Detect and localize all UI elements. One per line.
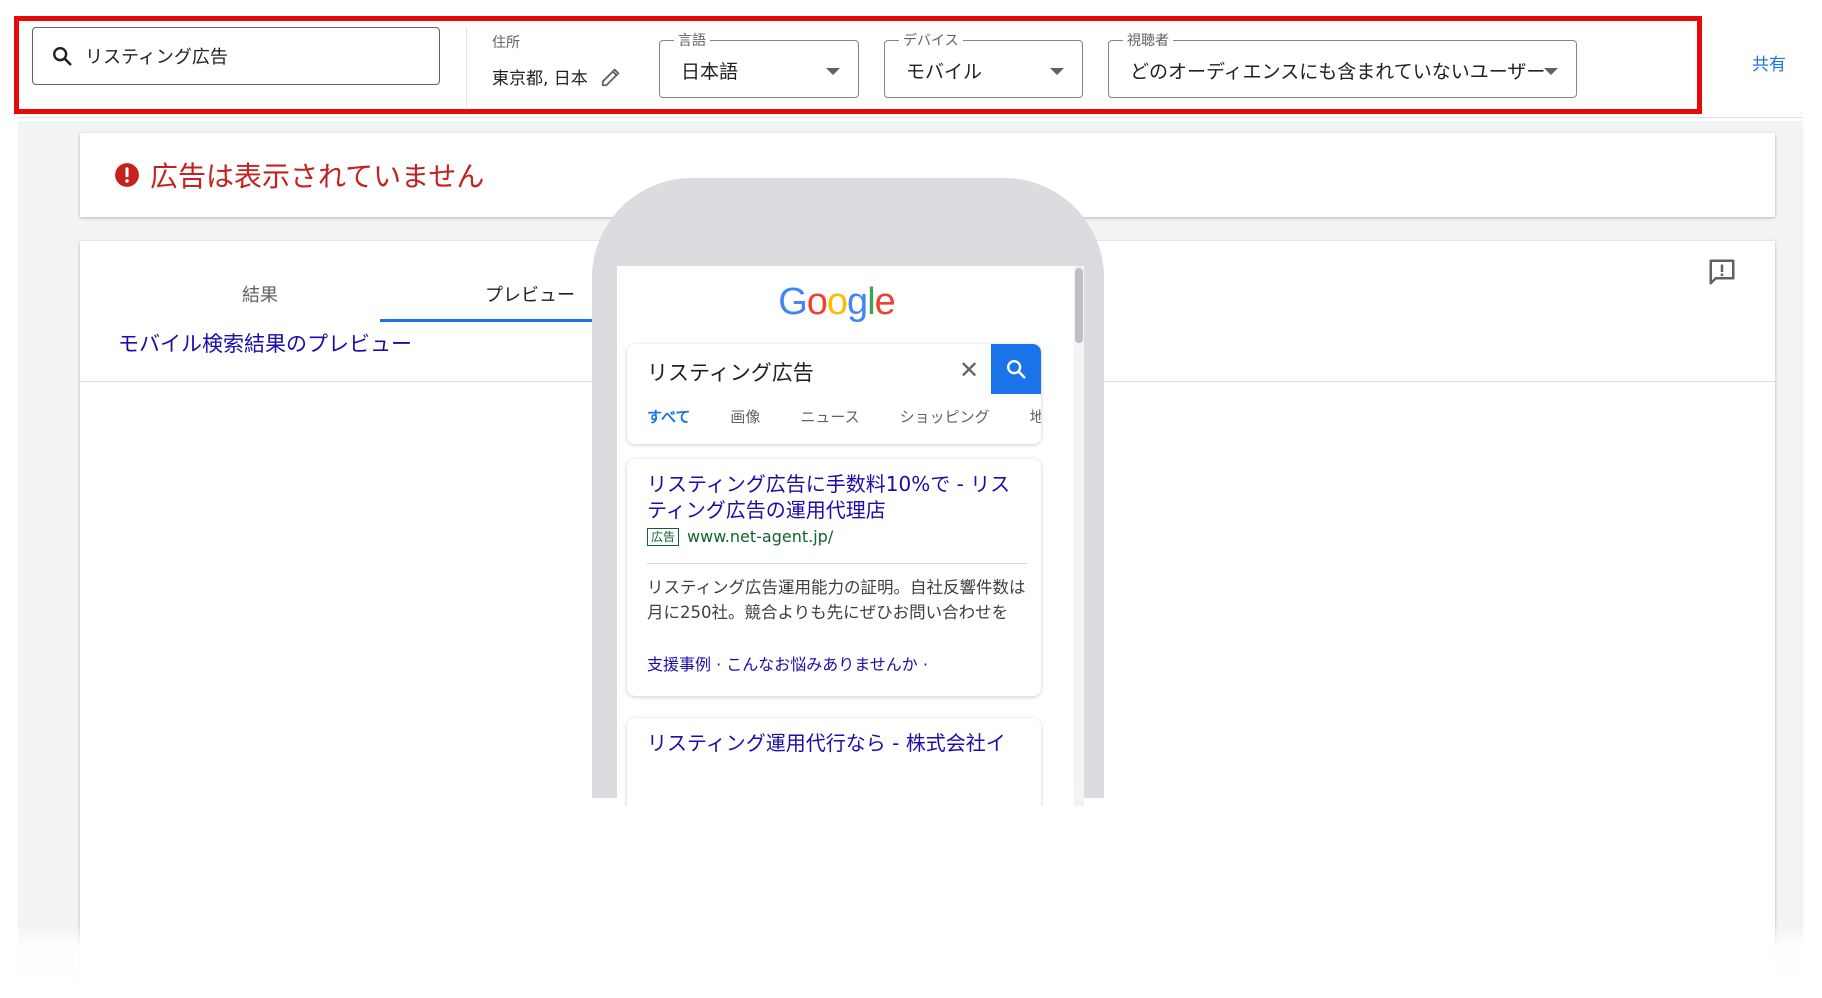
mobile-search-button[interactable]	[991, 344, 1041, 394]
location-selector[interactable]: 東京都, 日本	[492, 64, 622, 89]
audience-label: 視聴者	[1123, 30, 1173, 50]
language-label: 言語	[674, 30, 710, 50]
audience-select[interactable]: 視聴者 どのオーディエンスにも含まれていないユーザー	[1108, 30, 1577, 98]
location-label: 住所	[492, 35, 520, 51]
ad-display-url: 広告 www.net-agent.jp/	[647, 527, 833, 546]
ad-headline[interactable]: リスティング運用代行なら - 株式会社イ	[647, 730, 1027, 756]
search-icon	[1007, 360, 1026, 379]
phone-screen: Google リスティング広告 ✕ すべて 画像 ニュース ショッピング 地 リ…	[617, 266, 1084, 806]
mobile-search-query[interactable]: リスティング広告	[647, 357, 814, 387]
ad-result-card: リスティング広告に手数料10%で - リスティング広告の運用代理店 広告 www…	[627, 459, 1041, 696]
chevron-down-icon	[1544, 68, 1558, 75]
mobile-tab-all[interactable]: すべて	[647, 406, 690, 440]
bottom-fade	[0, 925, 1822, 998]
audience-value: どのオーディエンスにも含まれていないユーザー	[1130, 61, 1546, 83]
feedback-icon[interactable]	[1707, 257, 1737, 287]
chevron-down-icon	[826, 68, 840, 75]
alert-message: 広告は表示されていません	[150, 160, 485, 193]
ad-headline[interactable]: リスティング広告に手数料10%で - リスティング広告の運用代理店	[647, 471, 1027, 523]
share-link[interactable]: 共有	[1752, 50, 1786, 75]
location-value: 東京都, 日本	[492, 69, 588, 89]
mobile-tab-maps[interactable]: 地	[1030, 406, 1041, 440]
mobile-tab-news[interactable]: ニュース	[800, 406, 859, 440]
mobile-preview-link[interactable]: モバイル検索結果のプレビュー	[118, 328, 412, 358]
error-icon	[115, 163, 139, 187]
toolbar-divider	[466, 28, 467, 106]
keyword-search-value: リスティング広告	[85, 47, 228, 68]
mobile-tab-shopping[interactable]: ショッピング	[900, 406, 990, 440]
language-select[interactable]: 言語 日本語	[659, 30, 859, 98]
search-icon	[53, 47, 72, 66]
ad-description: リスティング広告運用能力の証明。自社反響件数は月に250社。競合よりも先にぜひお…	[647, 578, 1026, 622]
edit-pencil-icon[interactable]	[600, 66, 622, 88]
mobile-tab-images[interactable]: 画像	[730, 406, 760, 440]
mobile-search-box: リスティング広告 ✕ すべて 画像 ニュース ショッピング 地	[627, 344, 1041, 444]
scrollbar-thumb[interactable]	[1075, 268, 1083, 343]
chevron-down-icon	[1050, 68, 1064, 75]
device-value: モバイル	[906, 61, 983, 83]
device-label: デバイス	[899, 30, 963, 50]
ad-url-text: www.net-agent.jp/	[687, 527, 834, 546]
language-value: 日本語	[681, 61, 739, 83]
mobile-search-tabs: すべて 画像 ニュース ショッピング 地	[627, 406, 1041, 440]
keyword-search-input[interactable]: リスティング広告	[32, 27, 440, 85]
ad-sitelinks[interactable]: 支援事例 · こんなお悩みありませんか ·	[647, 651, 928, 675]
ad-badge: 広告	[647, 527, 680, 546]
ad-separator	[647, 563, 1027, 564]
google-logo: Google	[778, 281, 896, 323]
scrollbar-track[interactable]	[1074, 266, 1084, 806]
tab-results[interactable]: 結果	[110, 261, 410, 321]
device-select[interactable]: デバイス モバイル	[884, 30, 1083, 98]
close-icon[interactable]: ✕	[959, 356, 979, 384]
ad-result-card: リスティング運用代行なら - 株式会社イ	[627, 718, 1041, 806]
